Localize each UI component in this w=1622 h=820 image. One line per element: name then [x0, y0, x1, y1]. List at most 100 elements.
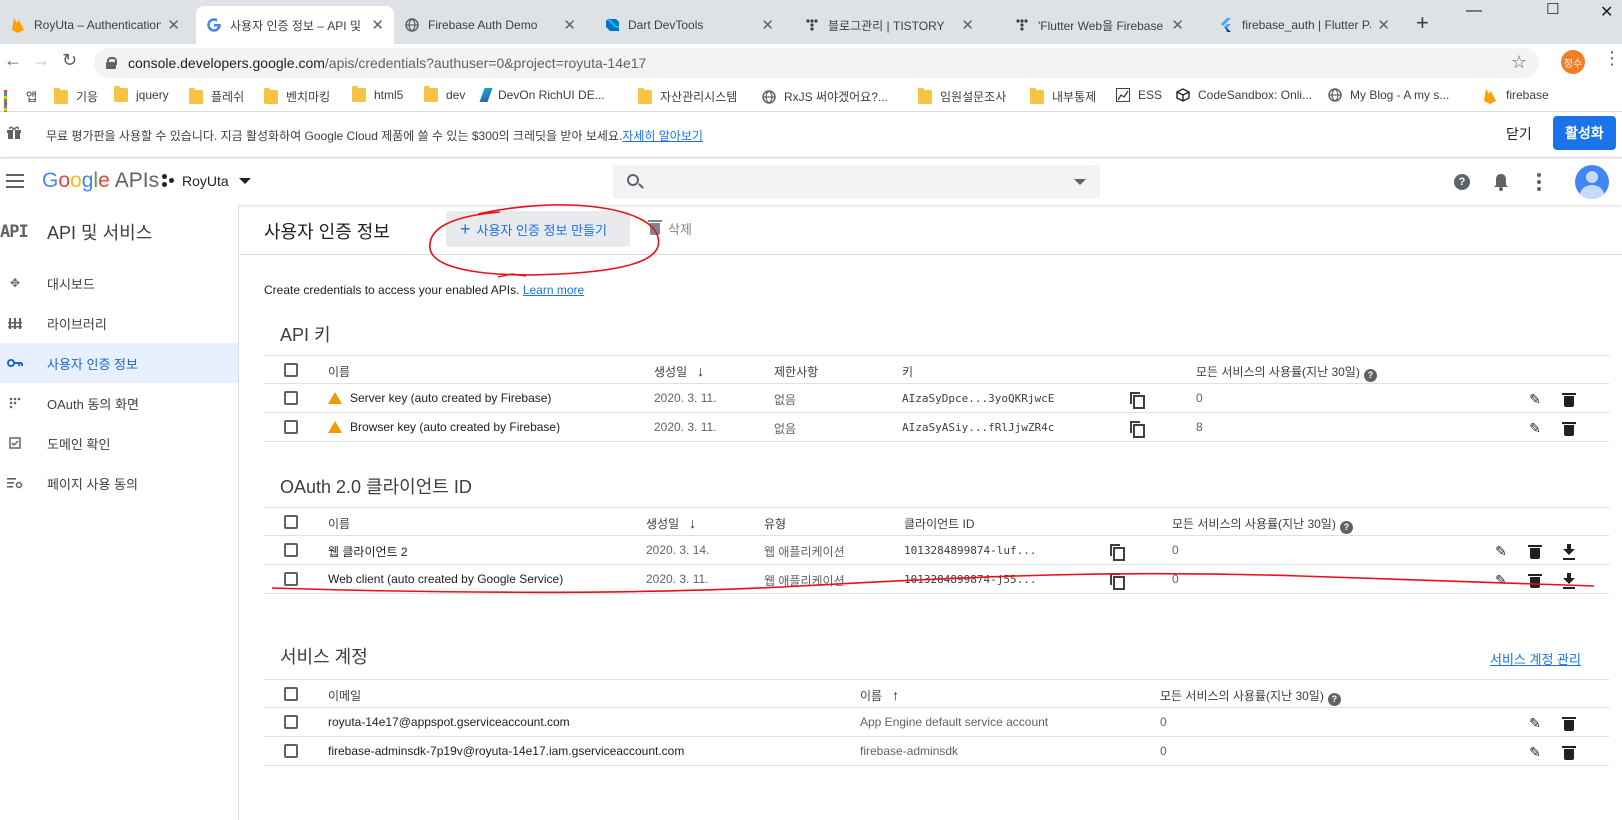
close-tab-icon[interactable]: ✕	[1171, 16, 1184, 34]
row-checkbox[interactable]	[284, 715, 298, 729]
api-key-name-link[interactable]: Server key (auto created by Firebase)	[328, 391, 551, 405]
learn-more-link[interactable]: Learn more	[523, 283, 584, 297]
row-checkbox[interactable]	[284, 391, 298, 405]
dismiss-banner-button[interactable]: 닫기	[1506, 124, 1532, 144]
row-checkbox[interactable]	[284, 744, 298, 758]
sidebar-item-dashboard[interactable]: ✥ 대시보드	[0, 263, 238, 303]
bookmark-apps[interactable]: 앱	[4, 88, 37, 117]
bookmark-devon[interactable]: DevOn RichUI DE...	[479, 88, 605, 102]
browser-tab-royuta-auth[interactable]: RoyUta – Authentication ✕	[0, 6, 190, 44]
account-avatar[interactable]	[1575, 165, 1609, 199]
browser-tab-credentials[interactable]: 사용자 인증 정보 – API 및 ✕	[196, 6, 394, 44]
bookmark-folder[interactable]: html5	[352, 86, 403, 102]
download-icon[interactable]	[1560, 542, 1578, 560]
activate-trial-button[interactable]: 활성화	[1553, 116, 1616, 150]
download-icon[interactable]	[1560, 571, 1578, 589]
bookmark-my-blog[interactable]: My Blog - A my s...	[1328, 88, 1449, 102]
banner-learn-more-link[interactable]: 자세히 알아보기	[622, 129, 703, 143]
bookmark-folder[interactable]: dev	[424, 86, 465, 102]
search-dropdown-icon[interactable]	[1074, 179, 1086, 185]
sidebar-item-page-usage[interactable]: 페이지 사용 동의	[0, 463, 238, 503]
close-tab-icon[interactable]: ✕	[371, 16, 384, 34]
close-tab-icon[interactable]: ✕	[961, 16, 974, 34]
help-icon[interactable]: ?	[1451, 171, 1473, 193]
manage-service-accounts-link[interactable]: 서비스 계정 관리	[1490, 649, 1581, 668]
browser-menu-icon[interactable]: ⋮	[1603, 48, 1621, 69]
bookmark-folder[interactable]: 자산관리시스템	[638, 87, 737, 105]
bookmark-ess[interactable]: ESS	[1116, 88, 1162, 102]
search-input[interactable]	[613, 165, 1100, 199]
edit-pencil-icon[interactable]: ✎	[1492, 542, 1510, 560]
bookmark-rxjs[interactable]: RxJS 써야겠어요?...	[762, 88, 888, 105]
bookmark-folder[interactable]: 플레쉬	[189, 87, 244, 105]
bookmark-folder[interactable]: jquery	[114, 86, 169, 102]
delete-trash-icon[interactable]	[1560, 714, 1578, 732]
menu-icon[interactable]	[6, 174, 24, 188]
oauth-client-name-link[interactable]: Web client (auto created by Google Servi…	[328, 572, 563, 586]
browser-tab-tistory[interactable]: 블로그관리 | TISTORY ✕	[794, 6, 984, 44]
more-options-icon[interactable]	[1528, 171, 1550, 193]
browser-tab-firebase-auth-pkg[interactable]: firebase_auth | Flutter Pa ✕	[1208, 6, 1400, 44]
delete-button[interactable]: 삭제	[648, 219, 692, 238]
bookmark-star-icon[interactable]: ☆	[1511, 52, 1527, 73]
close-tab-icon[interactable]: ✕	[1377, 16, 1390, 34]
close-tab-icon[interactable]: ✕	[761, 16, 774, 34]
google-apis-logo[interactable]: Google APIs	[42, 169, 159, 193]
row-checkbox[interactable]	[284, 572, 298, 586]
delete-trash-icon[interactable]	[1560, 419, 1578, 437]
browser-tab-firebase-demo[interactable]: Firebase Auth Demo ✕	[394, 6, 586, 44]
minimize-icon[interactable]: —	[1466, 2, 1482, 20]
copy-icon[interactable]	[1130, 421, 1145, 438]
edit-pencil-icon[interactable]: ✎	[1526, 419, 1544, 437]
sidebar-item-credentials[interactable]: 사용자 인증 정보	[0, 343, 238, 383]
copy-icon[interactable]	[1110, 573, 1125, 590]
window-close-icon[interactable]: ✕	[1600, 2, 1613, 22]
create-credentials-button[interactable]: + 사용자 인증 정보 만들기	[446, 211, 630, 247]
project-selector[interactable]: RoyUta	[162, 173, 251, 189]
delete-trash-icon[interactable]	[1560, 743, 1578, 761]
delete-trash-icon[interactable]	[1560, 390, 1578, 408]
sort-by-created[interactable]: 생성일 ↓	[646, 515, 696, 532]
edit-pencil-icon[interactable]: ✎	[1526, 743, 1544, 761]
sort-by-name[interactable]: 이름 ↑	[860, 687, 899, 704]
copy-icon[interactable]	[1130, 392, 1145, 409]
browser-tab-dart-devtools[interactable]: Dart DevTools ✕	[594, 6, 784, 44]
sort-by-created[interactable]: 생성일 ↓	[654, 363, 704, 380]
address-bar[interactable]: console.developers.google.com/apis/crede…	[94, 48, 1539, 78]
api-key-name-link[interactable]: Browser key (auto created by Firebase)	[328, 420, 560, 434]
oauth-client-name-link[interactable]: 웹 클라이언트 2	[328, 543, 408, 560]
browser-tab-flutter-web[interactable]: 'Flutter Web을 Firebase A ✕	[1004, 6, 1194, 44]
new-tab-button[interactable]: +	[1416, 10, 1429, 36]
close-tab-icon[interactable]: ✕	[167, 16, 180, 34]
help-icon[interactable]: ?	[1327, 692, 1341, 706]
browser-profile-avatar[interactable]: 정수	[1561, 50, 1585, 74]
sidebar-item-library[interactable]: 라이브러리	[0, 303, 238, 343]
notifications-bell-icon[interactable]	[1490, 171, 1512, 193]
help-icon[interactable]: ?	[1339, 520, 1353, 534]
select-all-checkbox[interactable]	[284, 363, 298, 377]
service-account-email-link[interactable]: firebase-adminsdk-7p19v@royuta-14e17.iam…	[328, 744, 684, 758]
delete-trash-icon[interactable]	[1526, 571, 1544, 589]
forward-arrow-icon[interactable]: →	[32, 50, 50, 71]
help-icon[interactable]: ?	[1363, 368, 1377, 382]
row-checkbox[interactable]	[284, 420, 298, 434]
delete-trash-icon[interactable]	[1526, 542, 1544, 560]
sidebar-item-domain-verification[interactable]: 도메인 확인	[0, 423, 238, 463]
bookmark-firebase[interactable]: firebase	[1484, 88, 1549, 104]
edit-pencil-icon[interactable]: ✎	[1526, 390, 1544, 408]
row-checkbox[interactable]	[284, 543, 298, 557]
close-tab-icon[interactable]: ✕	[563, 16, 576, 34]
bookmark-codesandbox[interactable]: CodeSandbox: Onli...	[1176, 88, 1312, 102]
edit-pencil-icon[interactable]: ✎	[1492, 571, 1510, 589]
select-all-checkbox[interactable]	[284, 687, 298, 701]
copy-icon[interactable]	[1110, 544, 1125, 561]
back-arrow-icon[interactable]: ←	[4, 50, 22, 71]
service-account-email-link[interactable]: royuta-14e17@appspot.gserviceaccount.com	[328, 715, 570, 729]
select-all-checkbox[interactable]	[284, 515, 298, 529]
sidebar-item-oauth-consent[interactable]: OAuth 동의 화면	[0, 383, 238, 423]
bookmark-folder[interactable]: 내부통제	[1030, 87, 1096, 105]
bookmark-folder[interactable]: 임원설문조사	[918, 87, 1006, 105]
bookmark-folder[interactable]: 벤치마킹	[264, 87, 330, 105]
edit-pencil-icon[interactable]: ✎	[1526, 714, 1544, 732]
maximize-icon[interactable]: ☐	[1546, 0, 1559, 18]
